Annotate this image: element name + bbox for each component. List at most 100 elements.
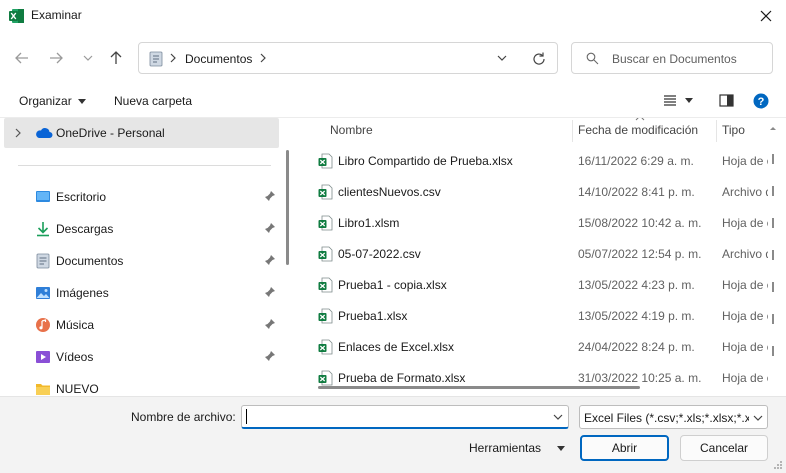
column-divider[interactable] (716, 120, 717, 142)
filename-input[interactable] (246, 408, 536, 426)
tools-label: Herramientas (469, 441, 542, 455)
view-options-button[interactable] (663, 94, 693, 106)
column-header-name[interactable]: Nombre (330, 123, 373, 147)
file-row[interactable]: Enlaces de Excel.xlsx 24/04/2022 8:24 p.… (298, 332, 768, 363)
resize-grip-icon[interactable] (773, 460, 783, 470)
file-type: Hoja de cálculo (722, 154, 768, 168)
file-type: Archivo de valores (722, 185, 768, 199)
excel-file-icon (318, 308, 333, 324)
nav-item-label: Documentos (56, 254, 124, 268)
sort-caret-icon (635, 118, 645, 121)
file-list-vertical-scrollbar[interactable] (767, 124, 779, 392)
chevron-down-icon[interactable] (495, 51, 509, 65)
filename-label: Nombre de archivo: (131, 410, 236, 424)
search-box[interactable] (571, 42, 773, 74)
chevron-down-icon (753, 415, 763, 421)
svg-text:?: ? (758, 96, 765, 108)
preview-pane-icon (719, 94, 734, 107)
file-row[interactable]: Prueba1.xlsx 13/05/2022 4:19 p. m. Hoja … (298, 301, 768, 332)
nav-item-musica[interactable]: Música (0, 310, 280, 340)
dialog-footer: Nombre de archivo: Excel Files (*.csv;*.… (0, 396, 786, 473)
nav-item-onedrive[interactable]: OneDrive - Personal (4, 118, 279, 148)
file-row[interactable]: Prueba1 - copia.xlsx 13/05/2022 4:23 p. … (298, 270, 768, 301)
excel-icon (9, 9, 24, 23)
open-button[interactable]: Abrir (580, 435, 669, 461)
file-date: 05/07/2022 12:54 p. m. (578, 247, 702, 261)
up-button[interactable] (106, 48, 126, 68)
address-row: Documentos (0, 32, 786, 84)
file-row[interactable]: Libro Compartido de Prueba.xlsx 16/11/20… (298, 146, 768, 177)
nav-item-nuevo[interactable]: NUEVO (0, 374, 280, 396)
arrow-up-icon (110, 51, 122, 64)
file-row[interactable]: clientesNuevos.csv 14/10/2022 8:41 p. m.… (298, 177, 768, 208)
navigation-pane: OneDrive - Personal Escritorio Descargas… (0, 118, 296, 396)
help-button[interactable]: ? (753, 93, 769, 112)
pin-icon (265, 255, 275, 265)
refresh-icon[interactable] (531, 51, 547, 67)
desktop-icon (36, 191, 50, 202)
nav-item-escritorio[interactable]: Escritorio (0, 182, 280, 212)
text-cursor (246, 409, 247, 424)
close-button[interactable] (746, 0, 786, 32)
nav-item-label: Escritorio (56, 190, 107, 204)
music-icon (36, 318, 50, 332)
column-header-type[interactable]: Tipo (722, 123, 745, 147)
nav-item-descargas[interactable]: Descargas (0, 214, 280, 244)
help-icon: ? (753, 93, 769, 109)
file-list: Nombre Fecha de modificación Tipo Libro … (298, 118, 786, 396)
column-header-date[interactable]: Fecha de modificación (578, 123, 698, 147)
new-folder-button[interactable]: Nueva carpeta (114, 94, 192, 108)
csv-file-icon (318, 246, 333, 262)
download-icon (37, 222, 49, 237)
tools-button[interactable]: Herramientas (469, 441, 566, 455)
preview-pane-button[interactable] (719, 94, 734, 110)
back-button[interactable] (12, 48, 32, 68)
videos-icon (36, 351, 50, 363)
arrow-right-icon (50, 52, 63, 64)
address-bar[interactable]: Documentos (138, 42, 558, 74)
address-path[interactable]: Documentos (185, 52, 252, 66)
forward-button[interactable] (46, 48, 66, 68)
cancel-button[interactable]: Cancelar (680, 435, 768, 461)
window-title: Examinar (31, 8, 82, 22)
file-name: Prueba1 - copia.xlsx (338, 278, 447, 292)
chevron-right-icon (170, 53, 176, 63)
pin-icon (265, 287, 275, 297)
nav-item-label: NUEVO (56, 382, 99, 396)
file-type: Hoja de cálculo (722, 340, 768, 354)
column-divider[interactable] (572, 120, 573, 142)
nav-item-videos[interactable]: Vídeos (0, 342, 280, 372)
nav-item-documentos[interactable]: Documentos (0, 246, 280, 276)
filename-combo[interactable] (241, 405, 569, 429)
nav-item-label: Música (56, 318, 95, 332)
search-icon (586, 52, 599, 65)
file-type: Hoja de cálculo (722, 309, 768, 323)
recent-locations-button[interactable] (78, 48, 98, 68)
nav-item-imagenes[interactable]: Imágenes (0, 278, 280, 308)
chevron-right-icon[interactable] (14, 127, 22, 139)
search-input[interactable] (612, 49, 768, 69)
file-row[interactable]: 05-07-2022.csv 05/07/2022 12:54 p. m. Ar… (298, 239, 768, 270)
file-type-filter-select[interactable]: Excel Files (*.csv;*.xls;*.xlsx;*.xlsm) (579, 405, 768, 429)
chevron-down-icon[interactable] (552, 412, 564, 422)
file-type: Archivo de valores (722, 247, 768, 261)
file-date: 14/10/2022 8:41 p. m. (578, 185, 695, 199)
arrow-left-icon (15, 52, 28, 64)
pin-icon (265, 319, 275, 329)
nav-scrollbar[interactable] (286, 150, 289, 265)
folder-icon (36, 384, 50, 395)
file-name: Prueba de Formato.xlsx (338, 371, 466, 385)
file-date: 24/04/2022 8:24 p. m. (578, 340, 695, 354)
organize-button[interactable]: Organizar (19, 94, 86, 108)
file-type-filter-value: Excel Files (*.csv;*.xls;*.xlsx;*.xlsm) (584, 411, 749, 425)
file-date: 13/05/2022 4:23 p. m. (578, 278, 695, 292)
file-row[interactable]: Prueba de Formato.xlsx 31/03/2022 10:25 … (298, 363, 768, 394)
file-list-horizontal-scrollbar[interactable] (318, 386, 640, 389)
organize-label: Organizar (19, 94, 72, 108)
file-row[interactable]: Libro1.xlsm 15/08/2022 10:42 a. m. Hoja … (298, 208, 768, 239)
chevron-right-icon[interactable] (259, 51, 267, 65)
file-name: clientesNuevos.csv (338, 185, 441, 199)
command-bar: Organizar Nueva carpeta ? (0, 84, 786, 118)
file-type: Hoja de cálculo (722, 278, 768, 292)
file-date: 13/05/2022 4:19 p. m. (578, 309, 695, 323)
